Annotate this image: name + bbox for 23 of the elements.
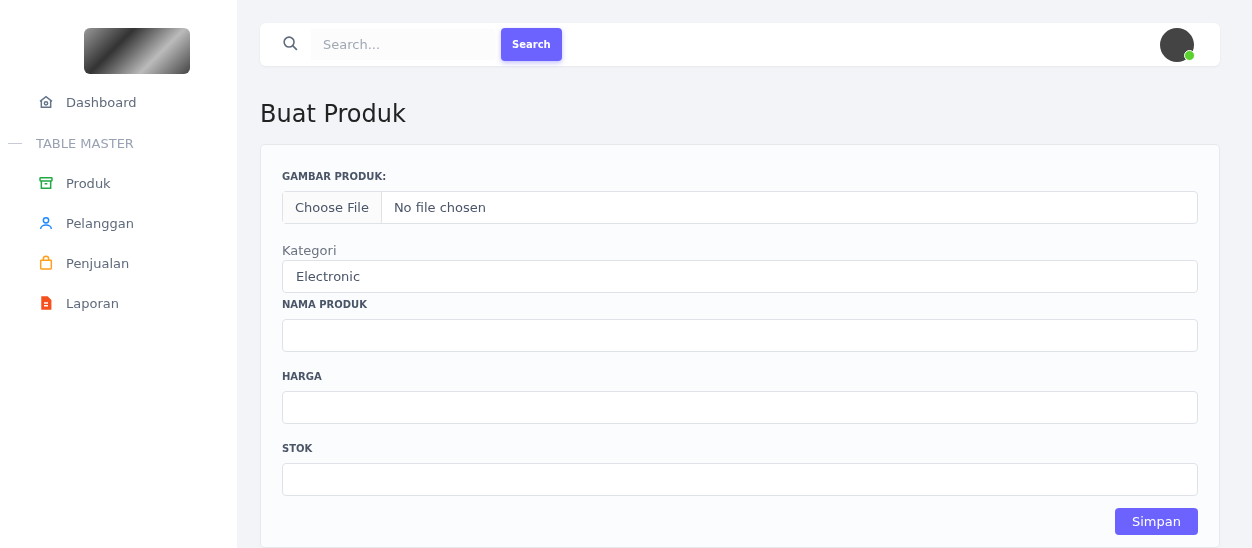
- input-field[interactable]: [282, 463, 1198, 496]
- field-label: Kategori: [282, 243, 338, 258]
- save-button[interactable]: Simpan: [1115, 508, 1198, 535]
- sidebar-item[interactable]: Laporan: [66, 295, 119, 311]
- input-field[interactable]: [282, 319, 1198, 352]
- category-select[interactable]: Electronic: [282, 260, 1198, 293]
- page-title: Buat Produk: [260, 100, 407, 128]
- section-heading: TABLE MASTER: [36, 136, 134, 151]
- sidebar-item[interactable]: Pelanggan: [66, 215, 134, 231]
- input-field[interactable]: [282, 391, 1198, 424]
- field-label: NAMA PRODUK: [282, 299, 368, 310]
- file-status: No file chosen: [393, 200, 486, 215]
- avatar[interactable]: [1160, 27, 1194, 62]
- choose-file-button[interactable]: Choose File: [283, 192, 382, 223]
- file-input[interactable]: Choose File No file chosen: [282, 191, 1198, 224]
- sidebar-item[interactable]: Produk: [66, 175, 111, 191]
- search-icon: [282, 35, 299, 52]
- sidebar-item[interactable]: Dashboard: [66, 94, 137, 110]
- sidebar-item[interactable]: Penjualan: [66, 255, 130, 271]
- search-button[interactable]: Search: [501, 28, 562, 61]
- field-label: STOK: [282, 443, 314, 454]
- field-label: HARGA: [282, 371, 323, 382]
- field-label: GAMBAR PRODUK:: [282, 171, 388, 182]
